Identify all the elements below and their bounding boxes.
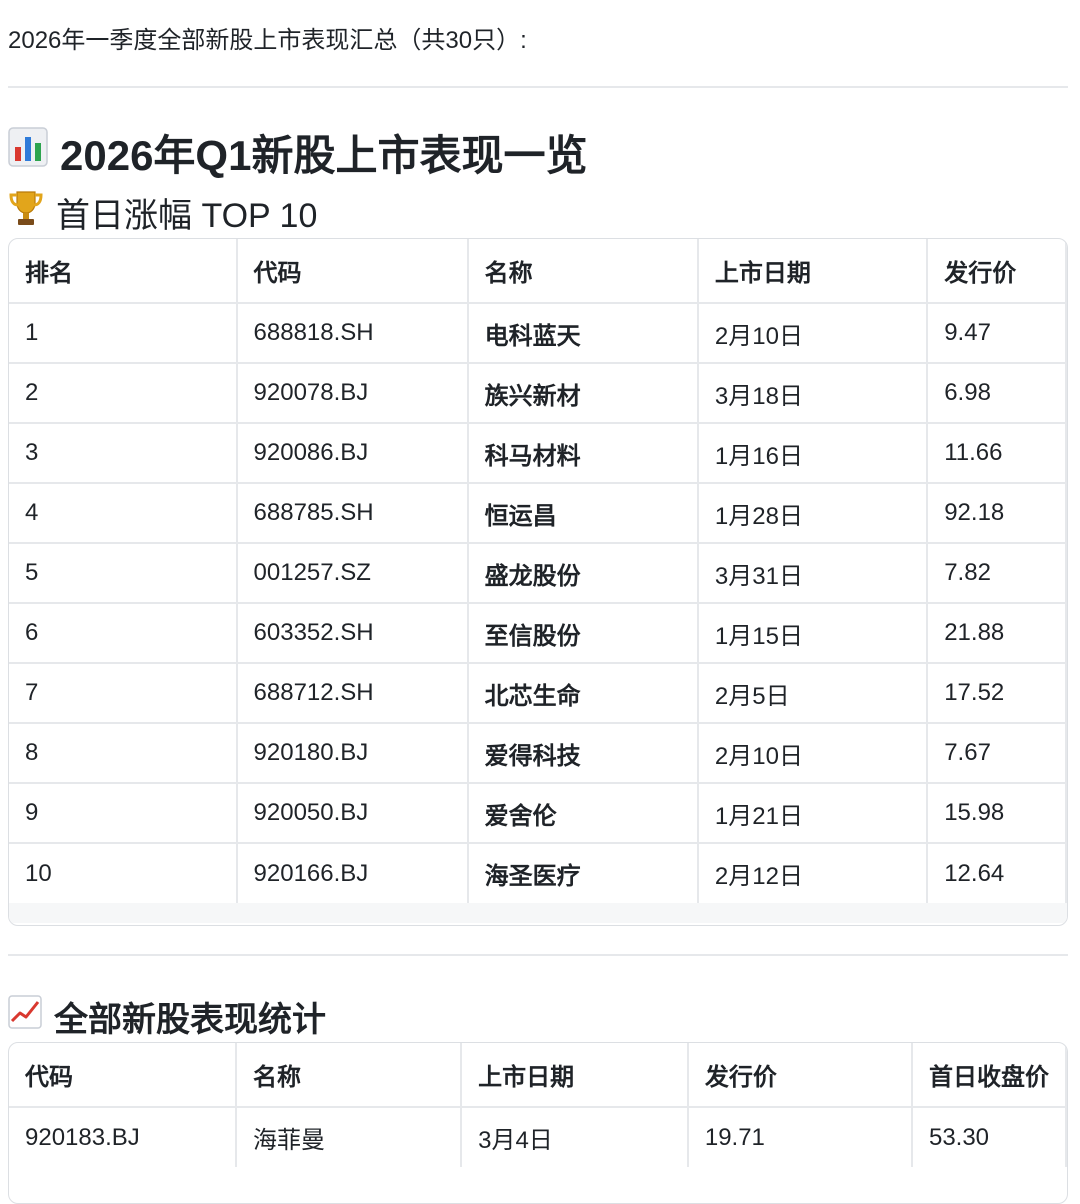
- table-cell: 920183.BJ: [9, 1107, 238, 1167]
- table-cell: 5: [9, 543, 238, 604]
- column-header: 代码: [9, 1043, 238, 1108]
- table-cell: 1: [9, 303, 238, 364]
- table-cell: 10: [9, 843, 238, 903]
- table-cell: 1月15日: [697, 603, 929, 664]
- table-scroll-area[interactable]: [9, 903, 1067, 923]
- table-cell: 6: [9, 603, 238, 664]
- page-title-text: 2026年Q1新股上市表现一览: [60, 131, 588, 179]
- table-row: 1 688818.SH 电科蓝天 2月10日 9.47: [9, 303, 1067, 364]
- table-row: 6 603352.SH 至信股份 1月15日 21.88: [9, 603, 1067, 664]
- table-row: 5 001257.SZ 盛龙股份 3月31日 7.82: [9, 543, 1067, 604]
- trophy-icon: [8, 189, 44, 236]
- section-top10-title-text: 首日涨幅 TOP 10: [56, 196, 318, 235]
- table-cell: 3: [9, 423, 238, 484]
- table-cell: 53.30: [911, 1107, 1067, 1167]
- divider: [8, 86, 1068, 88]
- table-header-row: 排名 代码 名称 上市日期 发行价: [9, 239, 1067, 304]
- table-cell: 920050.BJ: [236, 783, 469, 844]
- column-header: 发行价: [687, 1043, 913, 1108]
- table-cell: 1月21日: [697, 783, 929, 844]
- table-cell: 17.52: [927, 663, 1067, 724]
- column-header: 名称: [467, 239, 699, 304]
- table-cell: 9: [9, 783, 238, 844]
- table-row: 4 688785.SH 恒运昌 1月28日 92.18: [9, 483, 1067, 544]
- table-cell: 北芯生命: [467, 663, 699, 724]
- table-row: 3 920086.BJ 科马材料 1月16日 11.66: [9, 423, 1067, 484]
- column-header: 排名: [9, 239, 238, 304]
- table-cell: 920166.BJ: [236, 843, 469, 903]
- table-cell: 15.98: [927, 783, 1067, 844]
- column-header: 发行价: [927, 239, 1067, 304]
- table-cell: 688785.SH: [236, 483, 469, 544]
- table-cell: 2月10日: [697, 303, 929, 364]
- table-cell: 族兴新材: [467, 363, 699, 424]
- table-cell: 爱舍伦: [467, 783, 699, 844]
- table-cell: 电科蓝天: [467, 303, 699, 364]
- column-header: 名称: [236, 1043, 463, 1108]
- table-cell: 6.98: [927, 363, 1067, 424]
- column-header: 上市日期: [461, 1043, 689, 1108]
- table-cell: 恒运昌: [467, 483, 699, 544]
- column-header: 代码: [236, 239, 469, 304]
- table-cell: 2: [9, 363, 238, 424]
- intro-text: 2026年一季度全部新股上市表现汇总（共30只）:: [8, 27, 527, 54]
- table-header-row: 代码 名称 上市日期 发行价 首日收盘价: [9, 1043, 1067, 1108]
- column-header: 首日收盘价: [911, 1043, 1067, 1108]
- table-cell: 8: [9, 723, 238, 784]
- table-cell: 2月10日: [697, 723, 929, 784]
- table-cell: 1月16日: [697, 423, 929, 484]
- table-cell: 19.71: [687, 1107, 913, 1167]
- table-cell: 海菲曼: [236, 1107, 463, 1167]
- table-cell: 2月5日: [697, 663, 929, 724]
- section-all-title: 全部新股表现统计: [8, 994, 326, 1039]
- table-cell: 盛龙股份: [467, 543, 699, 604]
- table-cell: 920180.BJ: [236, 723, 469, 784]
- top10-table-card: 排名 代码 名称 上市日期 发行价 1 688818.SH 电科蓝天 2月10日 9.4…: [8, 238, 1068, 926]
- table-cell: 7.82: [927, 543, 1067, 604]
- all-stocks-table: 代码 名称 上市日期 发行价 首日收盘价 920183.BJ 海菲曼 3月4日 19.…: [9, 1043, 1067, 1167]
- table-cell: 2月12日: [697, 843, 929, 903]
- table-cell: 603352.SH: [236, 603, 469, 664]
- table-row: 7 688712.SH 北芯生命 2月5日 17.52: [9, 663, 1067, 724]
- table-cell: 3月4日: [461, 1107, 689, 1167]
- page-title: 2026年Q1新股上市表现一览: [8, 124, 587, 180]
- table-cell: 12.64: [927, 843, 1067, 903]
- table-row: 10 920166.BJ 海圣医疗 2月12日 12.64: [9, 843, 1067, 903]
- column-header: 上市日期: [697, 239, 929, 304]
- table-cell: 爱得科技: [467, 723, 699, 784]
- table-row: 920183.BJ 海菲曼 3月4日 19.71 53.30: [9, 1107, 1067, 1167]
- all-stocks-table-card: 代码 名称 上市日期 发行价 首日收盘价 920183.BJ 海菲曼 3月4日 19.…: [8, 1042, 1068, 1204]
- table-cell: 科马材料: [467, 423, 699, 484]
- table-cell: 920086.BJ: [236, 423, 469, 484]
- table-cell: 7.67: [927, 723, 1067, 784]
- table-cell: 1月28日: [697, 483, 929, 544]
- section-all-title-text: 全部新股表现统计: [54, 1000, 326, 1039]
- table-cell: 001257.SZ: [236, 543, 469, 604]
- table-cell: 920078.BJ: [236, 363, 469, 424]
- table-cell: 11.66: [927, 423, 1067, 484]
- table-cell: 4: [9, 483, 238, 544]
- table-cell: 688712.SH: [236, 663, 469, 724]
- table-cell: 至信股份: [467, 603, 699, 664]
- table-cell: 3月31日: [697, 543, 929, 604]
- table-cell: 7: [9, 663, 238, 724]
- table-cell: 9.47: [927, 303, 1067, 364]
- bar-chart-icon: [8, 127, 48, 177]
- table-cell: 92.18: [927, 483, 1067, 544]
- table-row: 2 920078.BJ 族兴新材 3月18日 6.98: [9, 363, 1067, 424]
- table-cell: 21.88: [927, 603, 1067, 664]
- table-row: 8 920180.BJ 爱得科技 2月10日 7.67: [9, 723, 1067, 784]
- table-cell: 海圣医疗: [467, 843, 699, 903]
- table-row: 9 920050.BJ 爱舍伦 1月21日 15.98: [9, 783, 1067, 844]
- trend-chart-icon: [8, 994, 42, 1038]
- top10-table: 排名 代码 名称 上市日期 发行价 1 688818.SH 电科蓝天 2月10日 9.4…: [9, 239, 1067, 903]
- table-cell: 3月18日: [697, 363, 929, 424]
- section-top10-title: 首日涨幅 TOP 10: [8, 189, 318, 236]
- divider: [8, 954, 1068, 956]
- table-cell: 688818.SH: [236, 303, 469, 364]
